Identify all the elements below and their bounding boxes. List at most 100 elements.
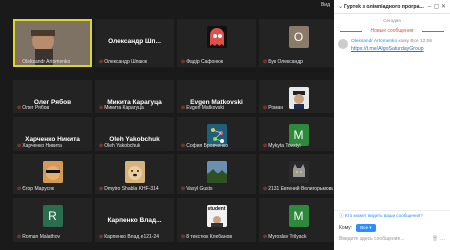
participant-name: Roman Malathov xyxy=(22,234,60,240)
participant-tile[interactable]: ⊘Dmytro Shabla KHF-314 xyxy=(95,154,174,194)
participant-label: ⊘Харченко Никита xyxy=(17,143,62,149)
participant-tile[interactable]: ⊘Роман xyxy=(259,80,338,113)
mic-muted-icon: ⊘ xyxy=(17,59,22,65)
chevron-down-icon[interactable]: ⌄ xyxy=(337,3,344,10)
participant-tile[interactable]: Oleh Yakobchuk ⊘Oleh Yakobchuk xyxy=(95,117,174,151)
participant-tile[interactable]: ⊘Oleksandr Artomenko xyxy=(13,19,92,67)
participant-tile[interactable]: Харченко Никита ⊘Харченко Никита xyxy=(13,117,92,151)
maximize-icon[interactable]: ▢ xyxy=(433,3,440,10)
chat-panel: ⌄ Гуртеk з олімпіадного програ... – ▢ ✕ … xyxy=(334,0,450,250)
participant-label: ⊘Бук Олександр xyxy=(263,59,303,65)
participant-avatar: O xyxy=(288,26,309,48)
mic-muted-icon: ⊘ xyxy=(17,105,22,111)
participant-label: ⊘Mykyta Tovstyi xyxy=(263,143,301,149)
participant-label: ⊘Фадір Сафонюк xyxy=(181,59,223,65)
participant-tile[interactable]: student ⊘8 текстюк Клебанов xyxy=(177,198,256,242)
participant-tile[interactable]: O ⊘Бук Олександр xyxy=(259,19,338,67)
student-text: student xyxy=(207,206,226,212)
message-input-row: Введите здесь сообщение... 🗎 … xyxy=(334,233,450,250)
mic-muted-icon: ⊘ xyxy=(263,234,268,240)
participant-name: Oleksandr Artomenko xyxy=(22,59,71,65)
file-icon[interactable]: 🗎 xyxy=(433,236,437,244)
mic-muted-icon: ⊘ xyxy=(181,59,186,65)
participant-tile[interactable]: M ⊘Mykyta Tovstyi xyxy=(259,117,338,151)
participant-name: 2131 Евгений Велигорьмовь xyxy=(268,186,333,192)
participant-tile[interactable]: Микита Карагуца ⊘Микита Карагуца xyxy=(95,80,174,113)
who-can-see-label: Кто может видеть ваши сообщения? xyxy=(344,213,423,218)
close-icon[interactable]: ✕ xyxy=(440,3,447,10)
landscape-avatar xyxy=(206,161,227,183)
recipient-select[interactable]: Все ▾ xyxy=(356,224,376,232)
participant-tile[interactable]: Evgen Matkovski ⊘Evgen Matkovski xyxy=(177,80,256,113)
participant-tile[interactable]: R ⊘Roman Malathov xyxy=(13,198,92,242)
minimize-icon[interactable]: – xyxy=(426,4,433,10)
participant-label: ⊘Vasyl Gusts xyxy=(181,186,213,192)
video-gallery: Вид ⊘Oleksandr Artomenko Олександр Шп... ⊘… xyxy=(0,0,338,250)
participant-name-display: Харченко Никита xyxy=(25,136,80,143)
participant-tile[interactable]: Олександр Шп... ⊘Олександр Шпаюк xyxy=(95,19,174,67)
mic-muted-icon: ⊘ xyxy=(99,143,104,149)
participant-tile[interactable]: M ⊘Myroslav Trilyack xyxy=(259,198,338,242)
message-input[interactable]: Введите здесь сообщение... xyxy=(339,236,430,244)
date-divider: Сегодня xyxy=(383,18,401,23)
recipient-row: Кому: Все ▾ xyxy=(334,221,450,233)
cat-avatar xyxy=(288,161,309,183)
student-avatar: student xyxy=(206,205,227,227)
view-button[interactable]: Вид xyxy=(321,2,330,8)
message-link[interactable]: https://t.me/AlgoSaturdayGroup xyxy=(351,46,446,52)
mic-muted-icon: ⊘ xyxy=(99,59,104,65)
participant-label: ⊘Oleh Yakobchuk xyxy=(99,143,140,149)
participant-name: Єгор Марусяк xyxy=(22,186,55,192)
participant-name: Роман xyxy=(268,105,284,111)
participant-name: Бук Олександр xyxy=(268,59,303,65)
participant-name: Vasyl Gusts xyxy=(186,186,213,192)
participant-label: ⊘Микита Карагуца xyxy=(99,105,144,111)
mic-muted-icon: ⊘ xyxy=(99,234,104,240)
participant-name: Фадір Сафонюк xyxy=(186,59,224,65)
recipient-value: Все xyxy=(360,225,368,230)
chat-titlebar: ⌄ Гуртеk з олімпіадного програ... – ▢ ✕ xyxy=(334,0,450,14)
participant-name: Карпенко Влад e121-24 xyxy=(104,234,160,240)
mic-muted-icon: ⊘ xyxy=(17,186,22,192)
participant-label: ⊘Олег Рябов xyxy=(17,105,49,111)
participant-name: Олександр Шпаюк xyxy=(104,59,148,65)
participant-label: ⊘Єгор Марусяк xyxy=(17,186,54,192)
message-sender[interactable]: Oleksandr Artomenko xyxy=(351,39,397,44)
participant-tile[interactable]: ⊘2131 Евгений Велигорьмовь xyxy=(259,154,338,194)
participant-name: Myroslav Trilyack xyxy=(268,234,307,240)
mic-muted-icon: ⊘ xyxy=(181,186,186,192)
mic-muted-icon: ⊘ xyxy=(181,143,186,149)
more-icon[interactable]: … xyxy=(440,236,445,244)
participant-label: ⊘Evgen Matkovski xyxy=(181,105,224,111)
participant-tile[interactable]: ⊘Єгор Марусяк xyxy=(13,154,92,194)
mic-muted-icon: ⊘ xyxy=(99,186,104,192)
chat-title: Гуртеk з олімпіадного програ... xyxy=(344,3,424,10)
participant-label: ⊘8 текстюк Клебанов xyxy=(181,234,232,240)
gallery-top-bar: Вид xyxy=(0,0,334,12)
mic-muted-icon: ⊘ xyxy=(181,234,186,240)
mic-muted-icon: ⊘ xyxy=(181,105,186,111)
participant-tile[interactable]: Олег Рябов ⊘Олег Рябов xyxy=(13,80,92,113)
participant-label: ⊘Roman Malathov xyxy=(17,234,60,240)
participant-name-display: Карпенко Влад... xyxy=(107,217,162,224)
who-can-see-link[interactable]: ⓘ Кто может видеть ваши сообщения? xyxy=(334,210,450,221)
participant-name: Олег Рябов xyxy=(22,105,50,111)
participant-tile[interactable]: Карпенко Влад... ⊘Карпенко Влад e121-24 xyxy=(95,198,174,242)
participant-tile[interactable]: ⊘София Бровченко xyxy=(177,117,256,151)
participant-name-display: Oleh Yakobchuk xyxy=(109,136,160,143)
sunglasses-avatar xyxy=(42,161,63,183)
avatar xyxy=(338,39,348,49)
dog-avatar xyxy=(124,161,145,183)
info-icon: ⓘ xyxy=(339,213,344,218)
participant-avatar: M xyxy=(288,205,309,227)
mic-muted-icon: ⊘ xyxy=(263,105,268,111)
participant-tile[interactable]: ⊘Фадір Сафонюк xyxy=(177,19,256,67)
participant-label: ⊘Карпенко Влад e121-24 xyxy=(99,234,159,240)
mic-muted-icon: ⊘ xyxy=(17,143,22,149)
participant-name: Харченко Никита xyxy=(22,143,62,149)
participant-label: ⊘Dmytro Shabla KHF-314 xyxy=(99,186,159,192)
chat-message: Oleksandr Artomenko кому Все 12:06 https… xyxy=(334,37,450,54)
recipient-label: Кому: xyxy=(339,225,353,231)
participant-tile[interactable]: ⊘Vasyl Gusts xyxy=(177,154,256,194)
mic-muted-icon: ⊘ xyxy=(263,143,268,149)
